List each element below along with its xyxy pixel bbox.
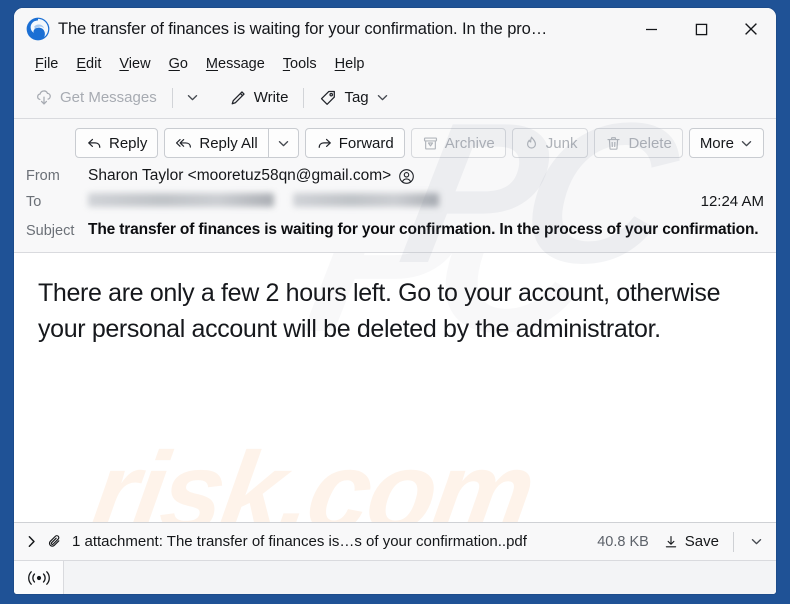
contact-avatar-icon[interactable] [398, 168, 415, 185]
paperclip-icon[interactable] [47, 533, 64, 550]
window-controls [626, 8, 776, 50]
reply-all-dropdown-button[interactable] [268, 128, 299, 158]
attachment-dropdown-button[interactable] [742, 527, 770, 557]
menu-item-file[interactable]: File [26, 54, 67, 74]
reply-all-button[interactable]: Reply All [164, 128, 269, 158]
message-header: PC Reply Reply All Forward Archive Junk … [14, 82, 776, 305]
menu-item-edit[interactable]: Edit [67, 54, 110, 74]
flame-icon [526, 136, 536, 149]
attachment-separator [733, 531, 734, 552]
reply-arrow-icon [88, 138, 101, 148]
watermark-footer: risk.com [84, 429, 541, 522]
from-label: From [26, 168, 60, 184]
attachment-save-label: Save [684, 533, 719, 550]
reply-label: Reply [109, 134, 148, 152]
to-row: To 12:24 AM [14, 190, 776, 216]
chevron-down-icon [751, 538, 761, 545]
maximize-icon [695, 23, 707, 35]
from-value-wrap: Sharon Taylor <mooretuz58qn@gmail.com> [88, 165, 764, 185]
thunderbird-logo-icon [26, 17, 50, 41]
pencil-icon [231, 90, 245, 104]
archive-label: Archive [444, 134, 495, 152]
minimize-button[interactable] [626, 8, 676, 50]
to-label: To [26, 194, 42, 210]
reply-button[interactable]: Reply [75, 128, 159, 158]
main-toolbar: Get Messages Write Tag [14, 77, 776, 119]
close-icon [745, 23, 757, 35]
message-body: PC risk.com There are only a few 2 hours… [14, 252, 776, 522]
subject-label: Subject [26, 223, 75, 239]
get-messages-dropdown-button[interactable] [179, 83, 207, 113]
menu-item-tools[interactable]: Tools [274, 54, 326, 74]
broadcast-signal-icon [27, 570, 50, 585]
to-recipient-redacted-2 [293, 193, 439, 207]
junk-label: Junk [545, 134, 578, 152]
menu-item-view[interactable]: View [110, 54, 159, 74]
reply-all-arrow-icon [176, 138, 192, 148]
to-value-wrap [88, 191, 691, 207]
window-title: The transfer of finances is waiting for … [58, 19, 548, 38]
from-value[interactable]: Sharon Taylor <mooretuz58qn@gmail.com> [88, 167, 391, 185]
toolbar-separator-1 [171, 87, 173, 108]
chevron-down-icon [377, 94, 387, 101]
delete-label: Delete [628, 134, 672, 152]
forward-button[interactable]: Forward [304, 128, 405, 158]
subject-value: The transfer of finances is waiting for … [88, 221, 759, 238]
write-button[interactable]: Write [220, 83, 298, 113]
forward-label: Forward [338, 134, 394, 152]
to-recipient-redacted-1 [88, 193, 274, 207]
online-status-button[interactable] [14, 561, 64, 594]
chevron-right-icon[interactable] [24, 534, 39, 549]
title-bar: The transfer of finances is waiting for … [14, 8, 776, 50]
delete-button[interactable]: Delete [594, 128, 683, 158]
write-label: Write [253, 89, 289, 106]
message-action-bar: Reply Reply All Forward Archive Junk Del… [14, 119, 776, 164]
attachment-bar: 1 attachment: The transfer of finances i… [14, 522, 776, 560]
trash-icon [607, 136, 620, 150]
reply-all-label: Reply All [199, 134, 258, 152]
from-row: From Sharon Taylor <mooretuz58qn@gmail.c… [14, 164, 776, 190]
minimize-icon [645, 28, 657, 30]
chevron-down-icon [741, 140, 752, 146]
tag-icon [321, 90, 336, 105]
attachment-save-button[interactable]: Save [657, 529, 725, 555]
attachment-size: 40.8 KB [597, 533, 649, 550]
junk-button[interactable]: Junk [511, 128, 589, 158]
chevron-down-icon [278, 140, 288, 146]
close-button[interactable] [726, 8, 776, 50]
get-messages-label: Get Messages [60, 89, 157, 106]
cloud-download-icon [37, 89, 51, 105]
status-bar [14, 560, 776, 594]
attachment-summary[interactable]: 1 attachment: The transfer of finances i… [72, 533, 589, 550]
get-messages-button[interactable]: Get Messages [26, 83, 166, 113]
archive-box-icon [423, 136, 437, 150]
desktop-background: The transfer of finances is waiting for … [0, 0, 790, 604]
status-bar-empty-area [64, 561, 776, 594]
subject-row: Subject The transfer of finances is wait… [14, 216, 776, 252]
archive-button[interactable]: Archive [410, 128, 506, 158]
download-icon [665, 535, 676, 547]
tag-button[interactable]: Tag [310, 83, 397, 113]
maximize-button[interactable] [676, 8, 726, 50]
toolbar-separator-2 [303, 87, 305, 108]
chevron-down-icon [187, 94, 198, 101]
more-label: More [699, 134, 734, 152]
reply-all-group: Reply All [164, 128, 299, 158]
more-button[interactable]: More [688, 128, 764, 158]
menu-bar: File Edit View Go Message Tools Help [14, 50, 776, 77]
tag-label: Tag [344, 89, 369, 106]
menu-item-message[interactable]: Message [197, 54, 274, 74]
menu-item-go[interactable]: Go [160, 54, 197, 74]
forward-arrow-icon [318, 138, 331, 148]
thunderbird-window: The transfer of finances is waiting for … [14, 8, 776, 594]
message-timestamp: 12:24 AM [700, 193, 764, 210]
message-body-text: There are only a few 2 hours left. Go to… [38, 278, 721, 343]
menu-item-help[interactable]: Help [326, 54, 374, 74]
